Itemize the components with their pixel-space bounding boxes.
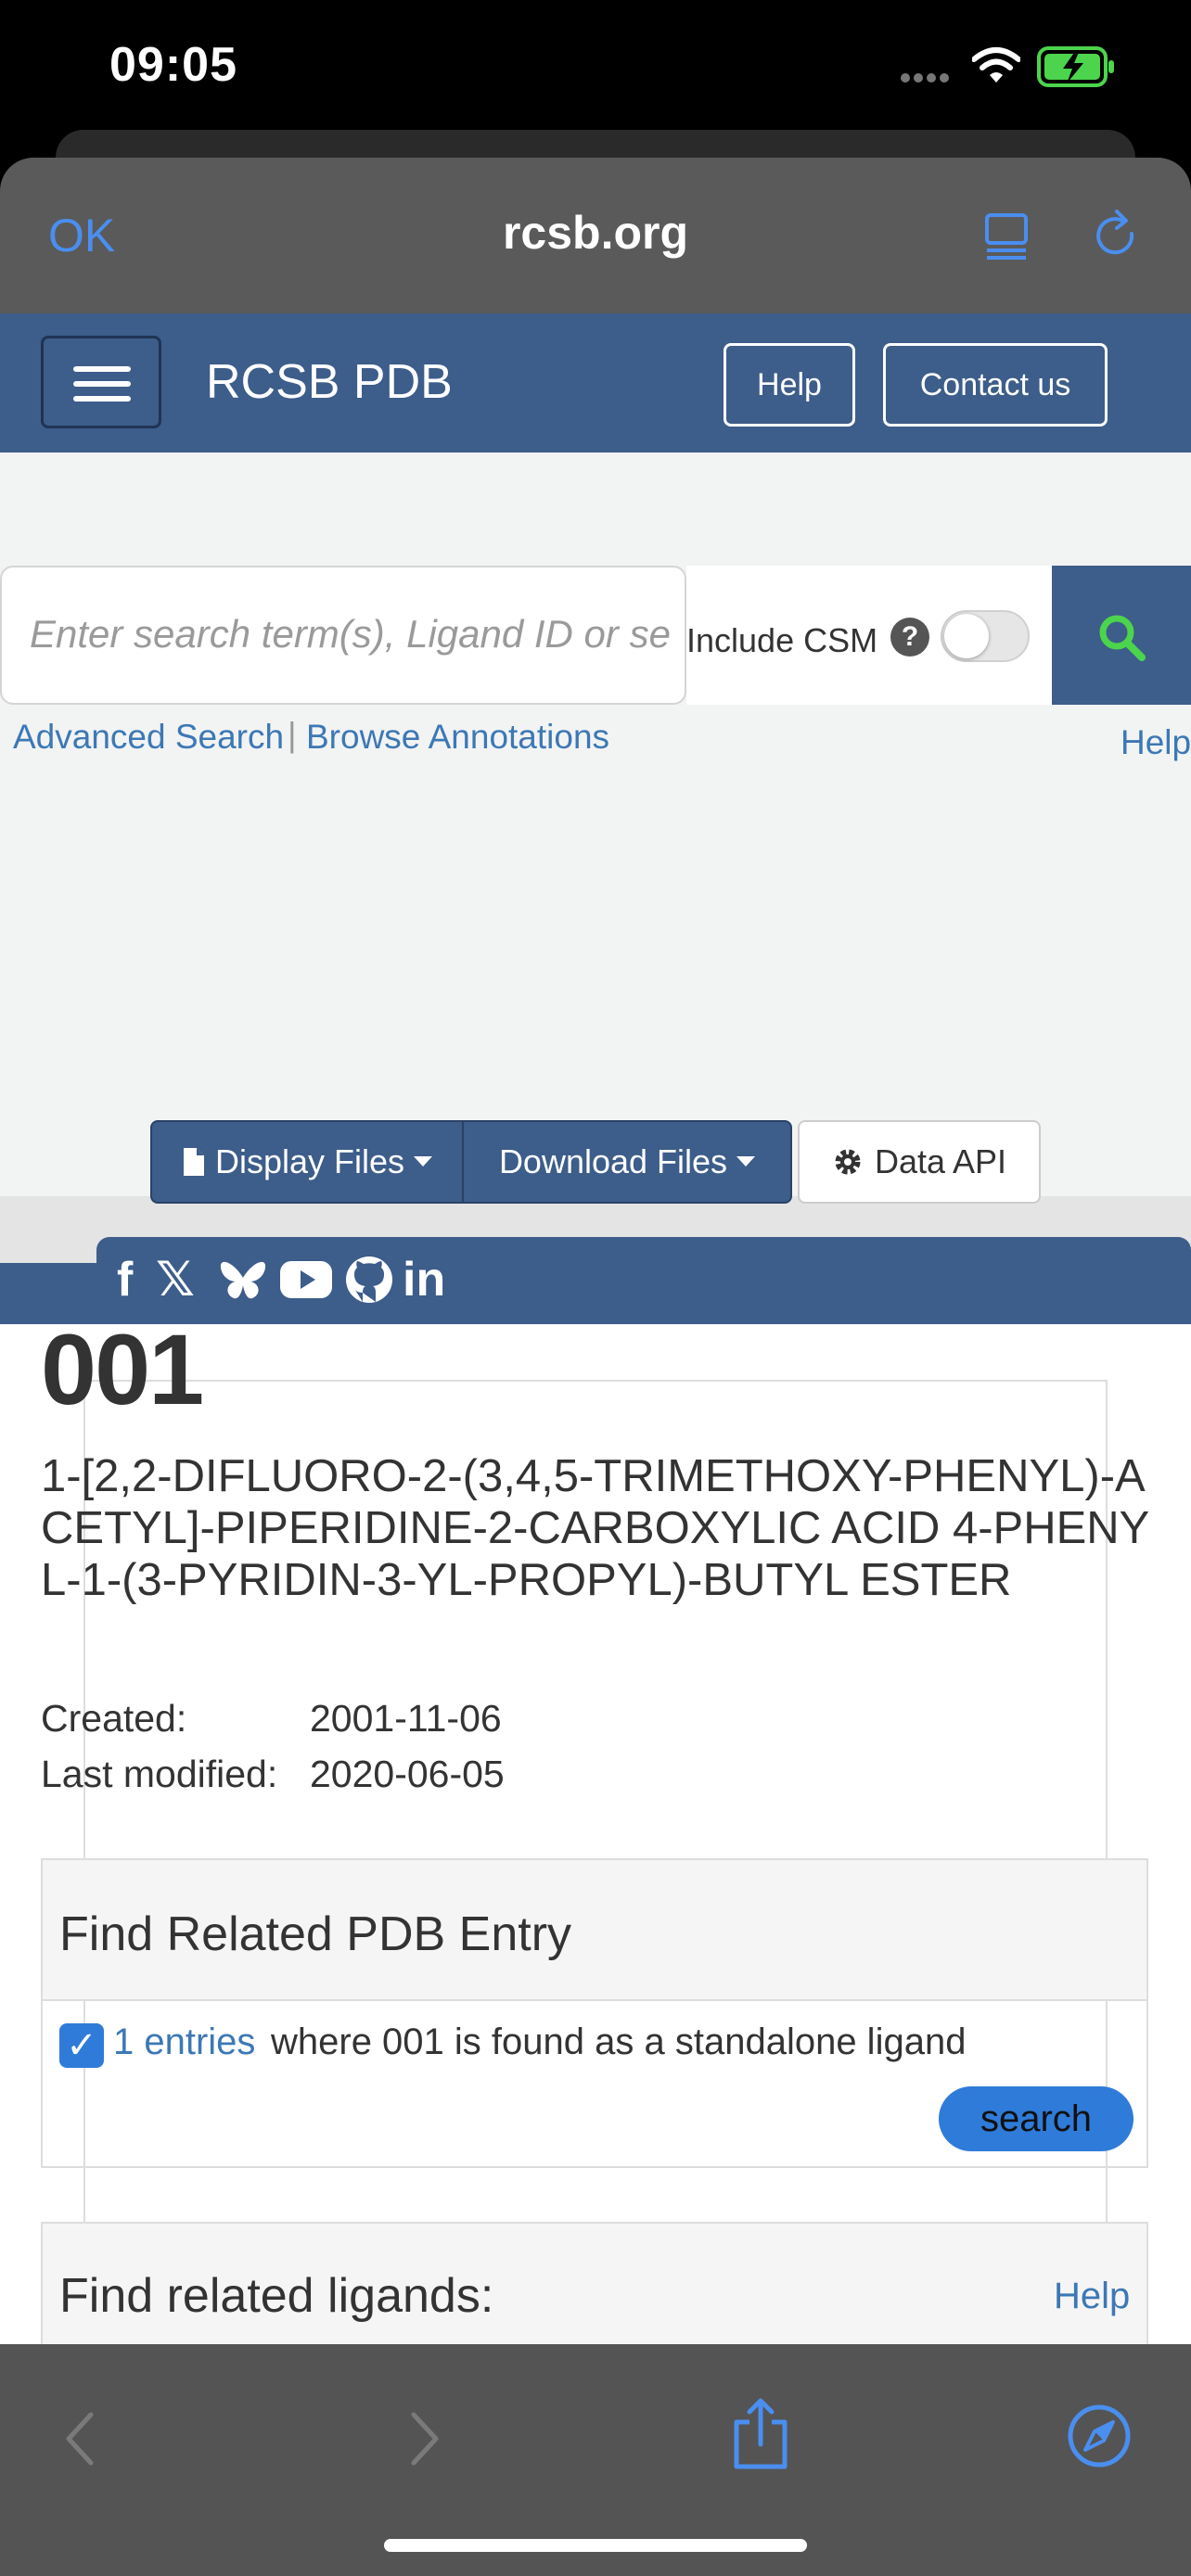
gear-icon	[835, 1149, 861, 1175]
reader-view-icon[interactable]	[983, 211, 1030, 260]
search-help-link[interactable]: Help	[1121, 723, 1191, 762]
caret-down-icon	[736, 1156, 756, 1167]
back-icon[interactable]	[61, 2411, 98, 2467]
caret-down-icon	[414, 1156, 433, 1167]
data-api-label: Data API	[874, 1142, 1007, 1180]
ligand-name: 1-[2,2-DIFLUORO-2-(3,4,5-TRIMETHOXY-PHEN…	[41, 1451, 1150, 1605]
link-separator: |	[288, 716, 297, 754]
contact-us-button[interactable]: Contact us	[883, 343, 1108, 427]
download-files-label: Download Files	[498, 1142, 728, 1180]
site-brand[interactable]: RCSB PDB	[206, 354, 453, 410]
reload-icon[interactable]	[1091, 208, 1143, 263]
site-navbar: RCSB PDB Help Contact us	[0, 313, 1191, 453]
wifi-icon	[972, 47, 1020, 83]
search-button[interactable]	[1052, 566, 1191, 705]
display-files-button[interactable]: Display Files	[152, 1122, 464, 1202]
file-button-group: Display Files Download Files	[150, 1120, 792, 1204]
panel-title: Find Related PDB Entry	[59, 1907, 572, 1961]
entries-description: where 001 is found as a standalone ligan…	[271, 2021, 967, 2062]
bluesky-icon[interactable]	[217, 1254, 269, 1306]
last-modified-label: Last modified:	[41, 1753, 278, 1795]
share-icon[interactable]	[729, 2396, 792, 2470]
download-files-button[interactable]: Download Files	[464, 1122, 790, 1202]
safari-compass-icon[interactable]	[1067, 2404, 1132, 2468]
display-files-label: Display Files	[214, 1142, 405, 1180]
created-date: 2001-11-06	[310, 1697, 502, 1740]
browse-annotations-link[interactable]: Browse Annotations	[306, 718, 609, 757]
toggle-knob	[944, 614, 989, 658]
search-input[interactable]: Enter search term(s), Ligand ID or se	[0, 566, 686, 705]
advanced-search-link[interactable]: Advanced Search	[13, 718, 284, 757]
menu-icon	[73, 366, 131, 372]
ligands-help-link[interactable]: Help	[1054, 2276, 1130, 2317]
find-related-entry-panel: Find Related PDB Entry ✓ 1 entries where…	[41, 1858, 1148, 2168]
hamburger-menu-button[interactable]	[41, 336, 161, 428]
youtube-icon[interactable]	[278, 1257, 334, 1302]
github-icon[interactable]	[343, 1254, 395, 1306]
help-icon[interactable]: ?	[890, 618, 929, 657]
panel-header: Find Related PDB Entry	[43, 1860, 1146, 2001]
include-csm-toggle[interactable]	[941, 610, 1030, 662]
created-label: Created:	[41, 1697, 187, 1740]
battery-charging-icon	[1037, 46, 1114, 87]
signal-icon	[901, 73, 949, 83]
status-bar: 09:05	[0, 0, 1191, 139]
forward-icon[interactable]	[406, 2411, 443, 2467]
related-search-button[interactable]: search	[939, 2086, 1133, 2151]
x-twitter-icon[interactable]: 𝕏	[156, 1252, 195, 1307]
file-icon	[183, 1148, 204, 1176]
home-indicator[interactable]	[384, 2539, 807, 2552]
data-api-button[interactable]: Data API	[798, 1120, 1041, 1204]
linkedin-icon[interactable]: in	[403, 1252, 445, 1307]
search-section: Enter search term(s), Ligand ID or se In…	[0, 453, 1191, 1196]
include-csm-label: Include CSM	[686, 621, 878, 659]
ligand-id-title: 001	[41, 1313, 204, 1425]
facebook-icon[interactable]: f	[117, 1252, 133, 1307]
clock: 09:05	[109, 38, 237, 92]
entries-link[interactable]: 1 entries	[113, 2021, 255, 2063]
search-icon	[1099, 615, 1146, 661]
panel-title: Find related ligands:	[59, 2269, 494, 2323]
help-button[interactable]: Help	[724, 343, 855, 427]
last-modified-date: 2020-06-05	[310, 1753, 505, 1795]
include-csm-control: Include CSM ?	[686, 566, 1052, 705]
standalone-ligand-checkbox[interactable]: ✓	[59, 2023, 104, 2068]
social-links: f 𝕏 in	[96, 1237, 1191, 1324]
